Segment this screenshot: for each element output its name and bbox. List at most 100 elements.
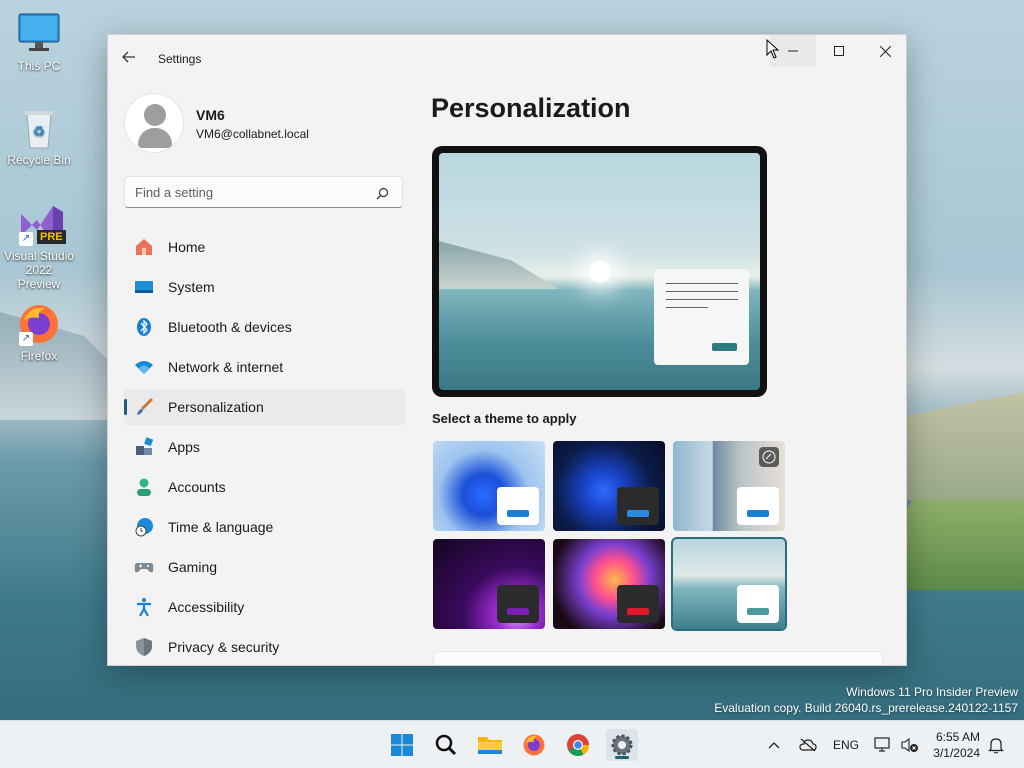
language-indicator[interactable]: ENG <box>833 721 859 768</box>
clock-globe-icon <box>134 517 154 537</box>
volume-tray[interactable] <box>901 721 919 768</box>
sidebar-item-label: Accessibility <box>168 599 245 615</box>
clock-date: 3/1/2024 <box>933 746 980 760</box>
accounts-icon <box>134 477 154 497</box>
os-watermark: Windows 11 Pro Insider Preview Evaluatio… <box>714 684 1018 716</box>
user-name: VM6 <box>196 107 225 123</box>
theme-glow[interactable] <box>433 539 545 629</box>
sidebar-item-label: Personalization <box>168 399 264 415</box>
bell-icon <box>988 738 1004 754</box>
active-app-indicator <box>615 756 629 759</box>
brush-icon <box>134 397 154 417</box>
theme-lake[interactable] <box>671 537 787 631</box>
theme-preview <box>432 146 767 397</box>
avatar <box>124 93 184 153</box>
file-explorer-icon <box>478 737 502 754</box>
sidebar-item-accounts[interactable]: Accounts <box>124 469 405 505</box>
desktop-icon-recycle-bin[interactable]: ♻ Recycle Bin <box>4 106 74 167</box>
preview-window-mockup <box>654 269 749 365</box>
network-tray[interactable] <box>874 721 892 768</box>
sidebar-item-home[interactable]: Home <box>124 229 405 265</box>
taskbar-file-explorer[interactable] <box>474 729 506 761</box>
sidebar-item-accessibility[interactable]: Accessibility <box>124 589 405 625</box>
sidebar-item-label: Network & internet <box>168 359 284 375</box>
sidebar-item-system[interactable]: System <box>124 269 405 305</box>
theme-flowers[interactable] <box>673 441 785 531</box>
desktop-icon-label: This PC <box>17 59 61 73</box>
taskbar-chrome[interactable] <box>562 729 594 761</box>
taskbar-firefox[interactable] <box>518 729 550 761</box>
svg-text:♻: ♻ <box>33 123 46 139</box>
search-box[interactable] <box>124 176 403 208</box>
page-title: Personalization <box>431 93 631 123</box>
notifications-button[interactable] <box>988 721 1004 768</box>
speaker-muted-icon <box>901 737 918 753</box>
sidebar-nav: Home System Bluetooth & devices Network … <box>124 229 405 665</box>
chrome-icon <box>567 734 589 756</box>
visual-studio-icon: PRE ↗ <box>17 202 66 246</box>
theme-windows-dark[interactable] <box>553 441 665 531</box>
home-icon <box>134 237 154 257</box>
sidebar-item-personalization[interactable]: Personalization <box>124 389 405 425</box>
taskbar-settings[interactable] <box>606 729 638 761</box>
chevron-up-icon <box>768 742 780 749</box>
sidebar-item-label: Accounts <box>168 479 226 495</box>
gamepad-icon <box>134 557 154 577</box>
clock-time: 6:55 AM <box>935 730 980 744</box>
taskbar: ENG 6:55 AM 3/1/2024 <box>0 720 1024 768</box>
sidebar-item-apps[interactable]: Apps <box>124 429 405 465</box>
desktop-icon-firefox[interactable]: ↗ Firefox <box>4 302 74 363</box>
themes-settings-card[interactable] <box>433 651 883 665</box>
user-email: VM6@collabnet.local <box>196 127 309 141</box>
watermark-line: Windows 11 Pro Insider Preview <box>846 685 1018 699</box>
sidebar-item-label: Privacy & security <box>168 639 280 655</box>
search-icon <box>435 734 457 756</box>
mouse-cursor-icon <box>766 39 780 59</box>
onedrive-tray[interactable] <box>799 721 817 768</box>
settings-icon <box>611 734 633 756</box>
sidebar-item-privacy[interactable]: Privacy & security <box>124 629 405 665</box>
settings-window: Settings VM6 VM6@collabnet.local Home <box>107 34 907 666</box>
desktop-icon-this-pc[interactable]: This PC <box>4 12 74 73</box>
taskbar-clock[interactable]: 6:55 AM 3/1/2024 <box>933 729 980 761</box>
sidebar-item-label: Bluetooth & devices <box>168 319 292 335</box>
sidebar-item-network[interactable]: Network & internet <box>124 349 405 385</box>
sidebar-item-bluetooth[interactable]: Bluetooth & devices <box>124 309 405 345</box>
shield-icon <box>134 637 154 657</box>
desktop-icon-visual-studio[interactable]: PRE ↗ Visual Studio 2022 Preview <box>4 202 74 291</box>
firefox-icon: ↗ <box>17 302 61 346</box>
cloud-offline-icon <box>799 738 817 752</box>
wifi-icon <box>134 357 154 377</box>
sidebar-item-time-language[interactable]: Time & language <box>124 509 405 545</box>
taskbar-search-button[interactable] <box>430 729 462 761</box>
show-hidden-icons-button[interactable] <box>768 721 780 768</box>
start-button[interactable] <box>386 729 418 761</box>
pre-badge: PRE <box>37 230 66 244</box>
search-icon[interactable] <box>376 185 390 200</box>
shortcut-arrow-icon: ↗ <box>19 332 33 346</box>
shortcut-arrow-icon: ↗ <box>19 232 33 246</box>
watermark-line: Evaluation copy. Build 26040.rs_prerelea… <box>714 701 1018 715</box>
sidebar-item-label: System <box>168 279 215 295</box>
sidebar-item-label: Apps <box>168 439 200 455</box>
sidebar-item-gaming[interactable]: Gaming <box>124 549 405 585</box>
theme-section-label: Select a theme to apply <box>432 411 577 426</box>
apps-icon <box>134 437 154 457</box>
search-input[interactable] <box>125 177 365 207</box>
sidebar-item-label: Time & language <box>168 519 274 535</box>
theme-windows-light[interactable] <box>433 441 545 531</box>
network-icon <box>874 737 890 752</box>
sidebar-item-label: Gaming <box>168 559 218 575</box>
back-arrow-icon[interactable] <box>122 49 136 68</box>
sidebar-item-label: Home <box>168 239 206 255</box>
start-icon <box>391 734 413 756</box>
monitor-icon <box>17 12 61 56</box>
theme-captured-motion[interactable] <box>553 539 665 629</box>
system-icon <box>134 277 154 297</box>
recycle-bin-icon: ♻ <box>17 106 61 150</box>
desktop-icon-label: Visual Studio 2022 Preview <box>4 249 74 291</box>
main-content: Personalization Select a theme to apply <box>431 35 906 665</box>
theme-badge-icon <box>759 447 779 467</box>
desktop-icon-label: Firefox <box>20 349 58 363</box>
desktop-icon-label: Recycle Bin <box>7 153 71 167</box>
